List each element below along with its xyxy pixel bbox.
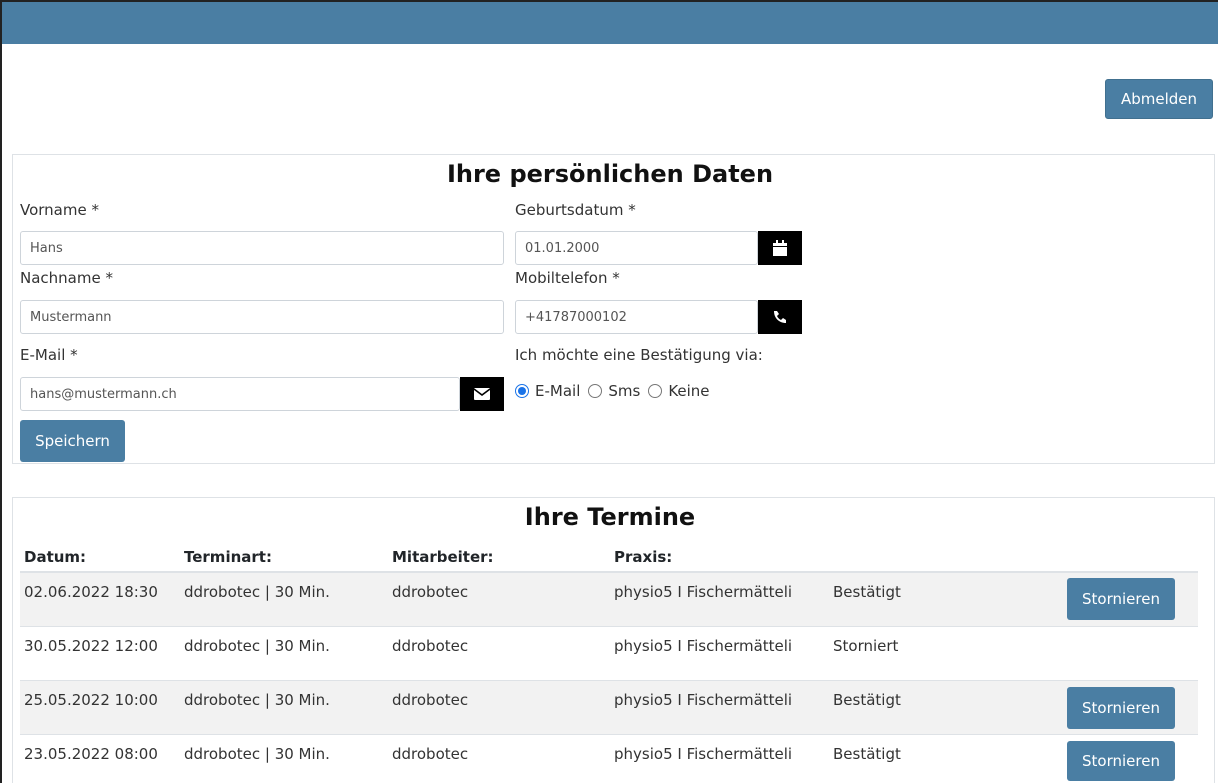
column-header-type: Terminart: bbox=[184, 548, 272, 566]
radio-option-sms[interactable]: Sms bbox=[588, 382, 640, 400]
cell-staff: ddrobotec bbox=[392, 691, 469, 709]
firstname-input[interactable]: Hans bbox=[20, 231, 504, 265]
radio-email-control[interactable] bbox=[515, 384, 529, 398]
cancel-appointment-button[interactable]: Stornieren bbox=[1067, 741, 1175, 781]
save-button[interactable]: Speichern bbox=[20, 420, 125, 462]
confirmation-radio-group: E-Mail Sms Keine bbox=[515, 382, 718, 400]
cell-type: ddrobotec | 30 Min. bbox=[184, 583, 330, 601]
app-frame: Abmelden Ihre persönlichen Daten Vorname… bbox=[0, 0, 1218, 783]
confirmation-label: Ich möchte eine Bestätigung via: bbox=[515, 346, 763, 364]
cell-staff: ddrobotec bbox=[392, 637, 469, 655]
cell-type: ddrobotec | 30 Min. bbox=[184, 637, 330, 655]
email-label: E-Mail * bbox=[20, 346, 78, 364]
top-navbar bbox=[2, 2, 1218, 44]
cancel-appointment-button[interactable]: Stornieren bbox=[1067, 687, 1175, 729]
table-row: 02.06.2022 18:30 ddrobotec | 30 Min. ddr… bbox=[20, 573, 1198, 627]
table-row: 25.05.2022 10:00 ddrobotec | 30 Min. ddr… bbox=[20, 681, 1198, 735]
column-header-practice: Praxis: bbox=[614, 548, 673, 566]
cell-type: ddrobotec | 30 Min. bbox=[184, 745, 330, 763]
cell-date: 23.05.2022 08:00 bbox=[24, 745, 158, 763]
email-input[interactable]: hans@mustermann.ch bbox=[20, 377, 460, 411]
envelope-icon bbox=[460, 377, 504, 411]
cell-date: 30.05.2022 12:00 bbox=[24, 637, 158, 655]
birthdate-input[interactable]: 01.01.2000 bbox=[515, 231, 758, 265]
radio-none-label: Keine bbox=[668, 382, 710, 400]
cell-practice: physio5 I Fischermätteli bbox=[614, 637, 793, 655]
personal-data-title: Ihre persönlichen Daten bbox=[446, 160, 774, 188]
cell-practice: physio5 I Fischermätteli bbox=[614, 583, 793, 601]
radio-email-label: E-Mail bbox=[535, 382, 581, 400]
firstname-label: Vorname * bbox=[20, 201, 99, 219]
birthdate-label: Geburtsdatum * bbox=[515, 201, 636, 219]
phone-icon bbox=[758, 300, 802, 334]
column-header-staff: Mitarbeiter: bbox=[392, 548, 494, 566]
mobile-input[interactable]: +41787000102 bbox=[515, 300, 758, 334]
cell-date: 02.06.2022 18:30 bbox=[24, 583, 158, 601]
cell-status: Bestätigt bbox=[833, 691, 901, 709]
radio-option-email[interactable]: E-Mail bbox=[515, 382, 580, 400]
radio-sms-control[interactable] bbox=[588, 384, 603, 398]
logout-button[interactable]: Abmelden bbox=[1105, 79, 1213, 119]
lastname-input[interactable]: Mustermann bbox=[20, 300, 504, 334]
cell-practice: physio5 I Fischermätteli bbox=[614, 691, 793, 709]
cell-staff: ddrobotec bbox=[392, 745, 469, 763]
table-row: 23.05.2022 08:00 ddrobotec | 30 Min. ddr… bbox=[20, 735, 1198, 783]
radio-none-control[interactable] bbox=[648, 384, 663, 398]
cell-status: Bestätigt bbox=[833, 745, 901, 763]
radio-option-none[interactable]: Keine bbox=[648, 382, 710, 400]
cell-date: 25.05.2022 10:00 bbox=[24, 691, 158, 709]
cell-type: ddrobotec | 30 Min. bbox=[184, 691, 330, 709]
calendar-icon[interactable] bbox=[758, 231, 802, 265]
lastname-label: Nachname * bbox=[20, 269, 113, 287]
mobile-label: Mobiltelefon * bbox=[515, 269, 620, 287]
table-row: 30.05.2022 12:00 ddrobotec | 30 Min. ddr… bbox=[20, 627, 1198, 681]
appointments-title: Ihre Termine bbox=[524, 503, 696, 531]
cancel-appointment-button[interactable]: Stornieren bbox=[1067, 578, 1175, 620]
cell-status: Storniert bbox=[833, 637, 899, 655]
radio-sms-label: Sms bbox=[608, 382, 641, 400]
column-header-date: Datum: bbox=[24, 548, 87, 566]
cell-practice: physio5 I Fischermätteli bbox=[614, 745, 793, 763]
cell-staff: ddrobotec bbox=[392, 583, 469, 601]
cell-status: Bestätigt bbox=[833, 583, 901, 601]
